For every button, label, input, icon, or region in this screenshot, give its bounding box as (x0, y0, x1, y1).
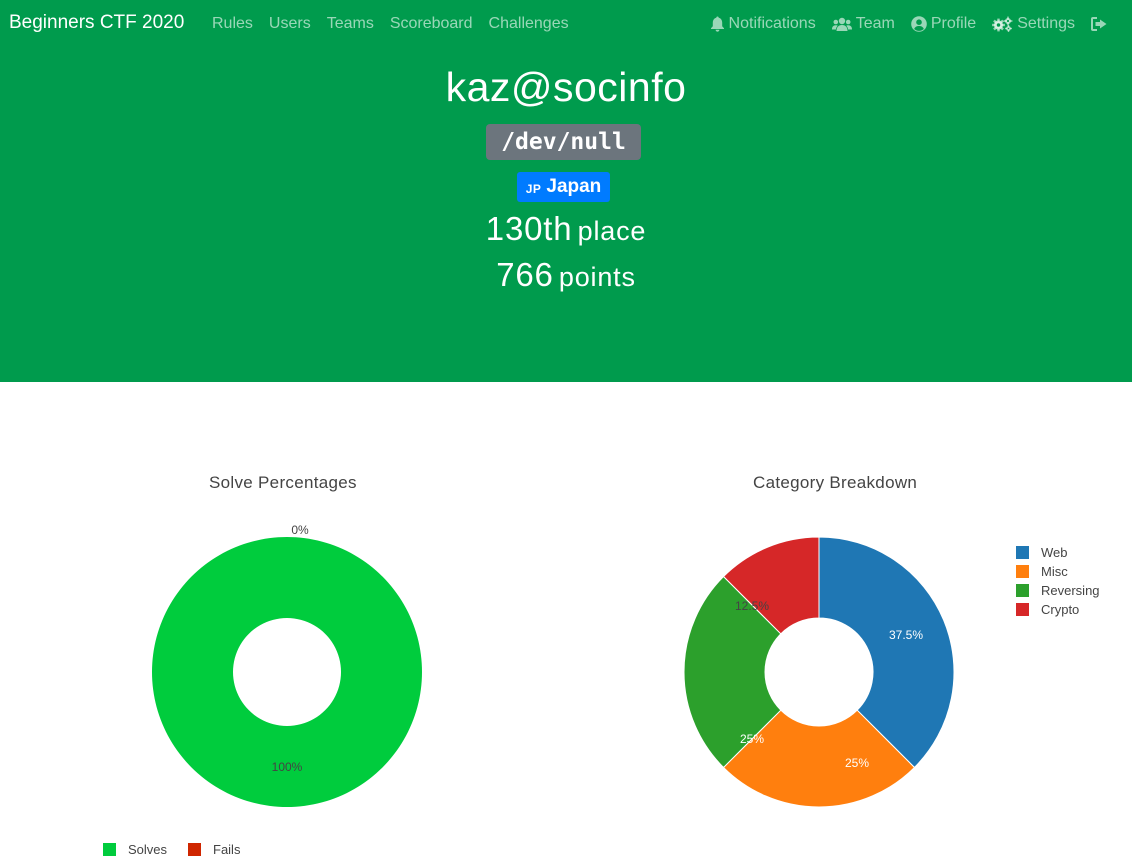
legend-fails-label: Fails (213, 842, 241, 857)
legend-misc[interactable]: Misc (1016, 564, 1068, 579)
legend-web-label: Web (1041, 545, 1068, 560)
legend-misc-label: Misc (1041, 564, 1068, 579)
legend-fails[interactable]: Fails (188, 842, 240, 857)
legend-reversing-swatch (1016, 584, 1029, 597)
crypto-label: 12.5% (735, 599, 769, 613)
solves-label: 100% (272, 760, 303, 774)
fails-label: 0% (291, 523, 309, 537)
legend-solves[interactable]: Solves (103, 842, 167, 857)
legend-crypto-label: Crypto (1041, 602, 1080, 617)
legend-crypto[interactable]: Crypto (1016, 602, 1079, 617)
reversing-label: 25% (740, 732, 764, 746)
legend-solves-swatch (103, 843, 116, 856)
misc-label: 25% (845, 756, 869, 770)
legend-reversing-label: Reversing (1041, 583, 1100, 598)
legend-reversing[interactable]: Reversing (1016, 583, 1100, 598)
legend-solves-label: Solves (128, 842, 168, 857)
charts-canvas: 100% 0% 37.5% 25% 25% 12.5% (151, 523, 955, 808)
legend-web-swatch (1016, 546, 1029, 559)
web-label: 37.5% (889, 628, 923, 642)
legend-web[interactable]: Web (1016, 545, 1068, 560)
legend-crypto-swatch (1016, 603, 1029, 616)
legend-fails-swatch (188, 843, 201, 856)
legend-misc-swatch (1016, 565, 1029, 578)
